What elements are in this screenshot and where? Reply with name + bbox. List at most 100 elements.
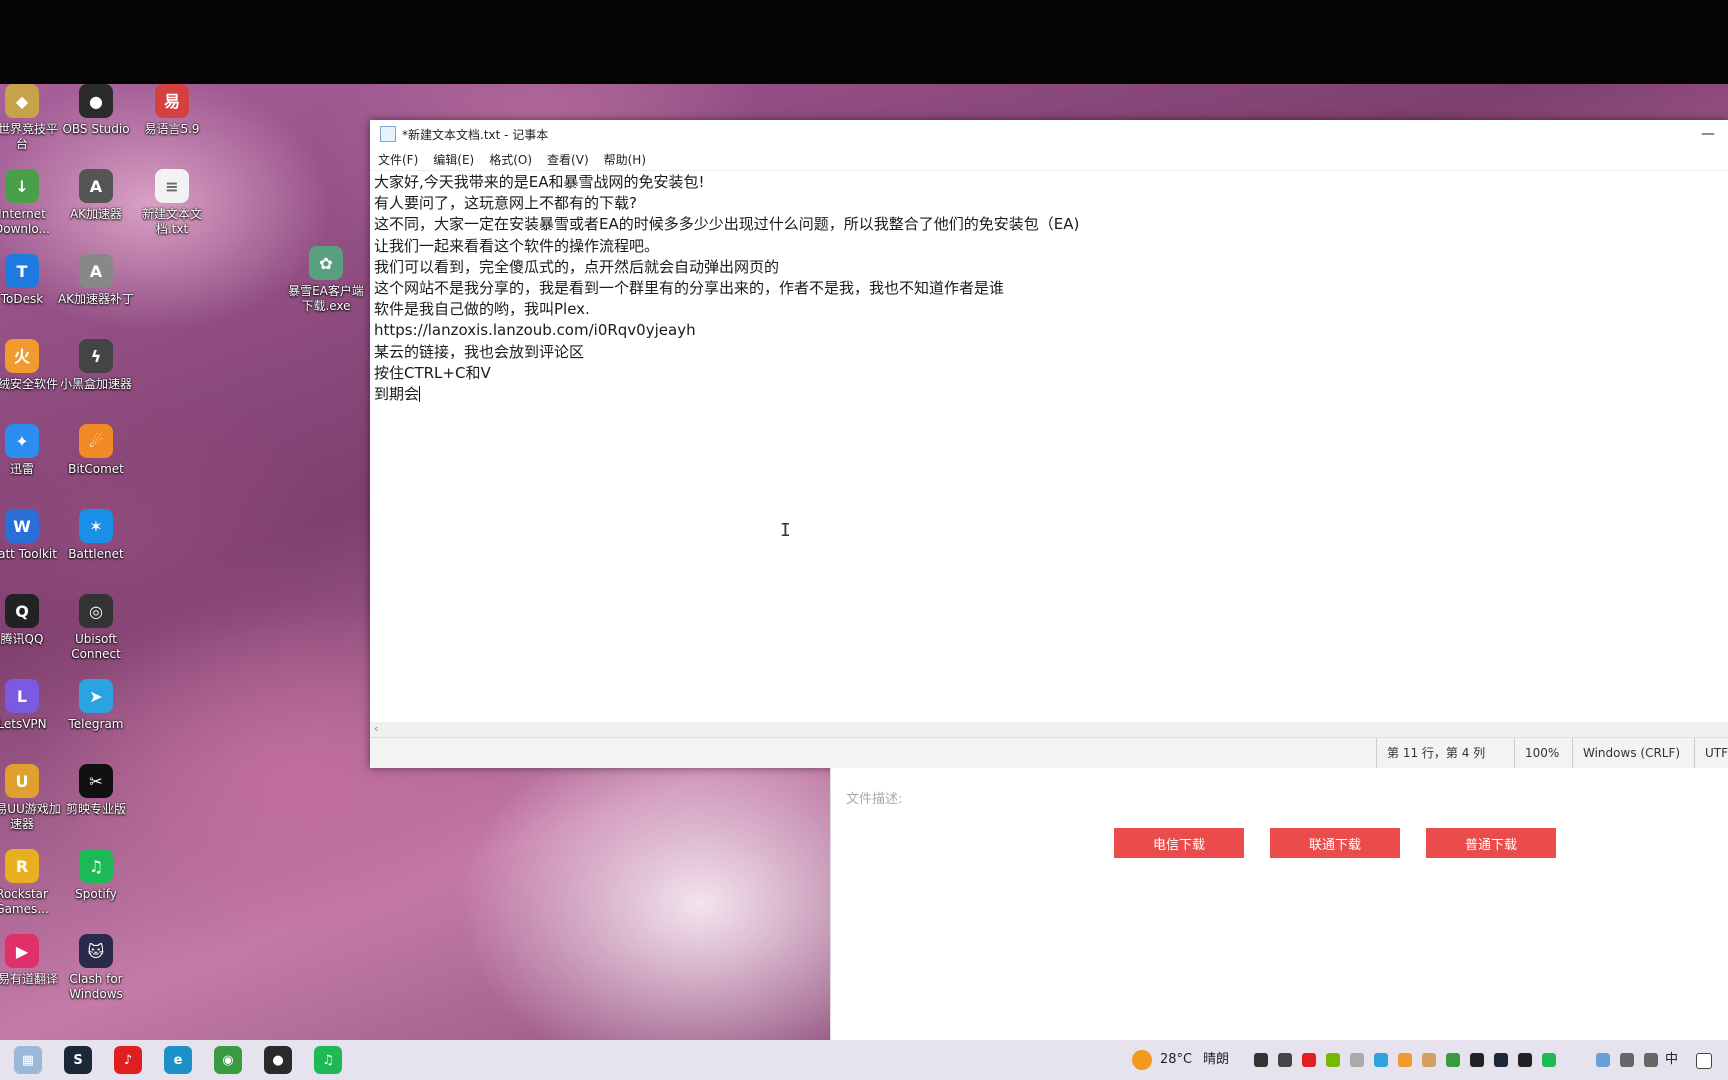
app-icon: ϟ: [79, 339, 113, 373]
desktop-icon[interactable]: ✿ 暴雪EA客户端下载.exe: [286, 246, 366, 314]
taskbar: ▦ S ♪ e ◉ ● ♫ 28°C 晴朗 中: [0, 1040, 1728, 1080]
desktop-icon[interactable]: L LetsVPN: [0, 679, 62, 732]
huorong-tray-icon[interactable]: [1398, 1053, 1412, 1067]
desktop-icon[interactable]: ≡ 新建文本文档.txt: [132, 169, 212, 237]
taskbar-file-explorer-icon[interactable]: ▦: [14, 1046, 42, 1074]
steam-tray-icon[interactable]: [1494, 1053, 1508, 1067]
app-icon: T: [5, 254, 39, 288]
app-icon: ≡: [155, 169, 189, 203]
menu-format[interactable]: 格式(O): [489, 151, 532, 168]
tray-app-icon[interactable]: [1254, 1053, 1268, 1067]
unicom-download-button[interactable]: 联通下载: [1270, 828, 1400, 858]
desktop-icon-label: 火绒安全软件: [0, 377, 58, 391]
notepad-titlebar[interactable]: *新建文本文档.txt - 记事本 —: [370, 120, 1728, 148]
taskbar-chrome-icon[interactable]: ◉: [214, 1046, 242, 1074]
taskbar-edge-icon[interactable]: e: [164, 1046, 192, 1074]
menu-help[interactable]: 帮助(H): [604, 151, 646, 168]
desktop-icon[interactable]: ↓ Internet Downlo...: [0, 169, 62, 237]
taskbar-spotify-icon[interactable]: ♫: [314, 1046, 342, 1074]
menu-view[interactable]: 查看(V): [547, 151, 589, 168]
usb-icon[interactable]: [1350, 1053, 1364, 1067]
desktop-icon-label: LetsVPN: [0, 717, 47, 731]
taskbar-netease-music-icon[interactable]: ♪: [114, 1046, 142, 1074]
horizontal-scrollbar[interactable]: ‹: [370, 722, 1728, 738]
app-icon: 火: [5, 339, 39, 373]
ime-indicator[interactable]: 中: [1665, 1040, 1678, 1080]
file-description-label: 文件描述:: [846, 792, 903, 807]
app-icon: ✿: [309, 246, 343, 280]
nvidia-icon[interactable]: [1326, 1053, 1340, 1067]
line-ending: Windows (CRLF): [1572, 738, 1695, 768]
tray-app-icon[interactable]: [1422, 1053, 1436, 1067]
tray-app-icon[interactable]: [1470, 1053, 1484, 1067]
desktop-icon[interactable]: ✶ Battlenet: [56, 509, 136, 562]
weather-temperature[interactable]: 28°C: [1160, 1040, 1192, 1080]
onedrive-icon[interactable]: [1596, 1053, 1610, 1067]
tray-app-icon[interactable]: [1446, 1053, 1460, 1067]
desktop-icon[interactable]: ● OBS Studio: [56, 84, 136, 137]
normal-download-button[interactable]: 普通下载: [1426, 828, 1556, 858]
desktop-icon[interactable]: W Watt Toolkit: [0, 509, 62, 562]
desktop-icon[interactable]: ▶ 网易有道翻译: [0, 934, 62, 987]
text-line: https://lanzoxis.lanzoub.com/i0Rqv0yjeay…: [374, 321, 696, 340]
desktop-icon[interactable]: ✂ 剪映专业版: [56, 764, 136, 817]
desktop-icon[interactable]: ✦ 迅雷: [0, 424, 62, 477]
desktop-icon-label: Spotify: [75, 887, 117, 901]
telecom-download-button[interactable]: 电信下载: [1114, 828, 1244, 858]
desktop-icon-label: OBS Studio: [62, 122, 130, 136]
desktop-icon[interactable]: A AK加速器: [56, 169, 136, 222]
app-icon: ◆: [5, 84, 39, 118]
desktop-icon-label: Battlenet: [68, 547, 124, 561]
desktop-icon[interactable]: 🐱 Clash for Windows: [56, 934, 136, 1002]
weather-condition[interactable]: 晴朗: [1203, 1040, 1229, 1080]
desktop-icon[interactable]: R Rockstar Games...: [0, 849, 62, 917]
qq-tray-icon[interactable]: [1518, 1053, 1532, 1067]
menu-edit[interactable]: 编辑(E): [433, 151, 474, 168]
app-icon: ✂: [79, 764, 113, 798]
desktop-icon[interactable]: Q 腾讯QQ: [0, 594, 62, 647]
desktop-icon[interactable]: 火火绒安全软件: [0, 339, 62, 392]
scroll-left-icon[interactable]: ‹: [374, 722, 378, 735]
weather-sun-icon[interactable]: [1132, 1050, 1152, 1070]
text-line: 我们可以看到，完全傻瓜式的，点开然后就会自动弹出网页的: [374, 257, 780, 276]
desktop-icon[interactable]: ♫ Spotify: [56, 849, 136, 902]
desktop-icon[interactable]: T ToDesk: [0, 254, 62, 307]
desktop-icon-label: Rockstar Games...: [0, 887, 49, 916]
app-icon: ✦: [5, 424, 39, 458]
text-line: 让我们一起来看看这个软件的操作流程吧。: [374, 236, 660, 255]
spotify-tray-icon[interactable]: [1542, 1053, 1556, 1067]
text-line: 大家好,今天我带来的是EA和暴雪战网的免安装包!: [374, 173, 705, 191]
text-line: 这不同，大家一定在安装暴雪或者EA的时候多多少少出现过什么问题，所以我整合了他们…: [374, 215, 1080, 234]
desktop-icon[interactable]: ◆ 竞世界竞技平台: [0, 84, 62, 152]
desktop-icon[interactable]: ☄ BitComet: [56, 424, 136, 477]
minimize-button[interactable]: —: [1688, 126, 1728, 142]
taskbar-obs-icon[interactable]: ●: [264, 1046, 292, 1074]
desktop-icon[interactable]: ➤ Telegram: [56, 679, 136, 732]
desktop-icon-label: 竞世界竞技平台: [0, 122, 58, 151]
status-bar: 第 11 行，第 4 列 100% Windows (CRLF) UTF-: [370, 737, 1728, 768]
notepad-window: *新建文本文档.txt - 记事本 — 文件(F) 编辑(E) 格式(O) 查看…: [370, 120, 1728, 768]
desktop-icon[interactable]: ◎ Ubisoft Connect: [56, 594, 136, 662]
telegram-tray-icon[interactable]: [1374, 1053, 1388, 1067]
desktop-icon-label: Ubisoft Connect: [71, 632, 121, 661]
taskbar-steam-icon[interactable]: S: [64, 1046, 92, 1074]
encoding: UTF-: [1694, 738, 1728, 768]
text-editor[interactable]: 大家好,今天我带来的是EA和暴雪战网的免安装包! 有人要问了，这玩意网上不都有的…: [374, 172, 1728, 722]
desktop-icon[interactable]: A AK加速器补丁: [56, 254, 136, 307]
desktop-icon-label: 新建文本文档.txt: [141, 207, 202, 236]
app-icon: Q: [5, 594, 39, 628]
text-line: 到期会: [374, 385, 420, 404]
menu-file[interactable]: 文件(F): [378, 151, 418, 168]
netease-tray-icon[interactable]: [1302, 1053, 1316, 1067]
network-icon[interactable]: [1620, 1053, 1634, 1067]
app-icon: U: [5, 764, 39, 798]
desktop-icon[interactable]: ϟ 小黑盒加速器: [56, 339, 136, 392]
desktop-icon[interactable]: U 网易UU游戏加速器: [0, 764, 62, 832]
microphone-icon[interactable]: [1278, 1053, 1292, 1067]
desktop-icon-label: BitComet: [68, 462, 124, 476]
volume-icon[interactable]: [1644, 1053, 1658, 1067]
mouse-ibeam-cursor-icon: I: [780, 520, 791, 541]
app-icon: ☄: [79, 424, 113, 458]
ime-mode-icon[interactable]: [1696, 1053, 1712, 1069]
desktop-icon[interactable]: 易易语言5.9: [132, 84, 212, 137]
